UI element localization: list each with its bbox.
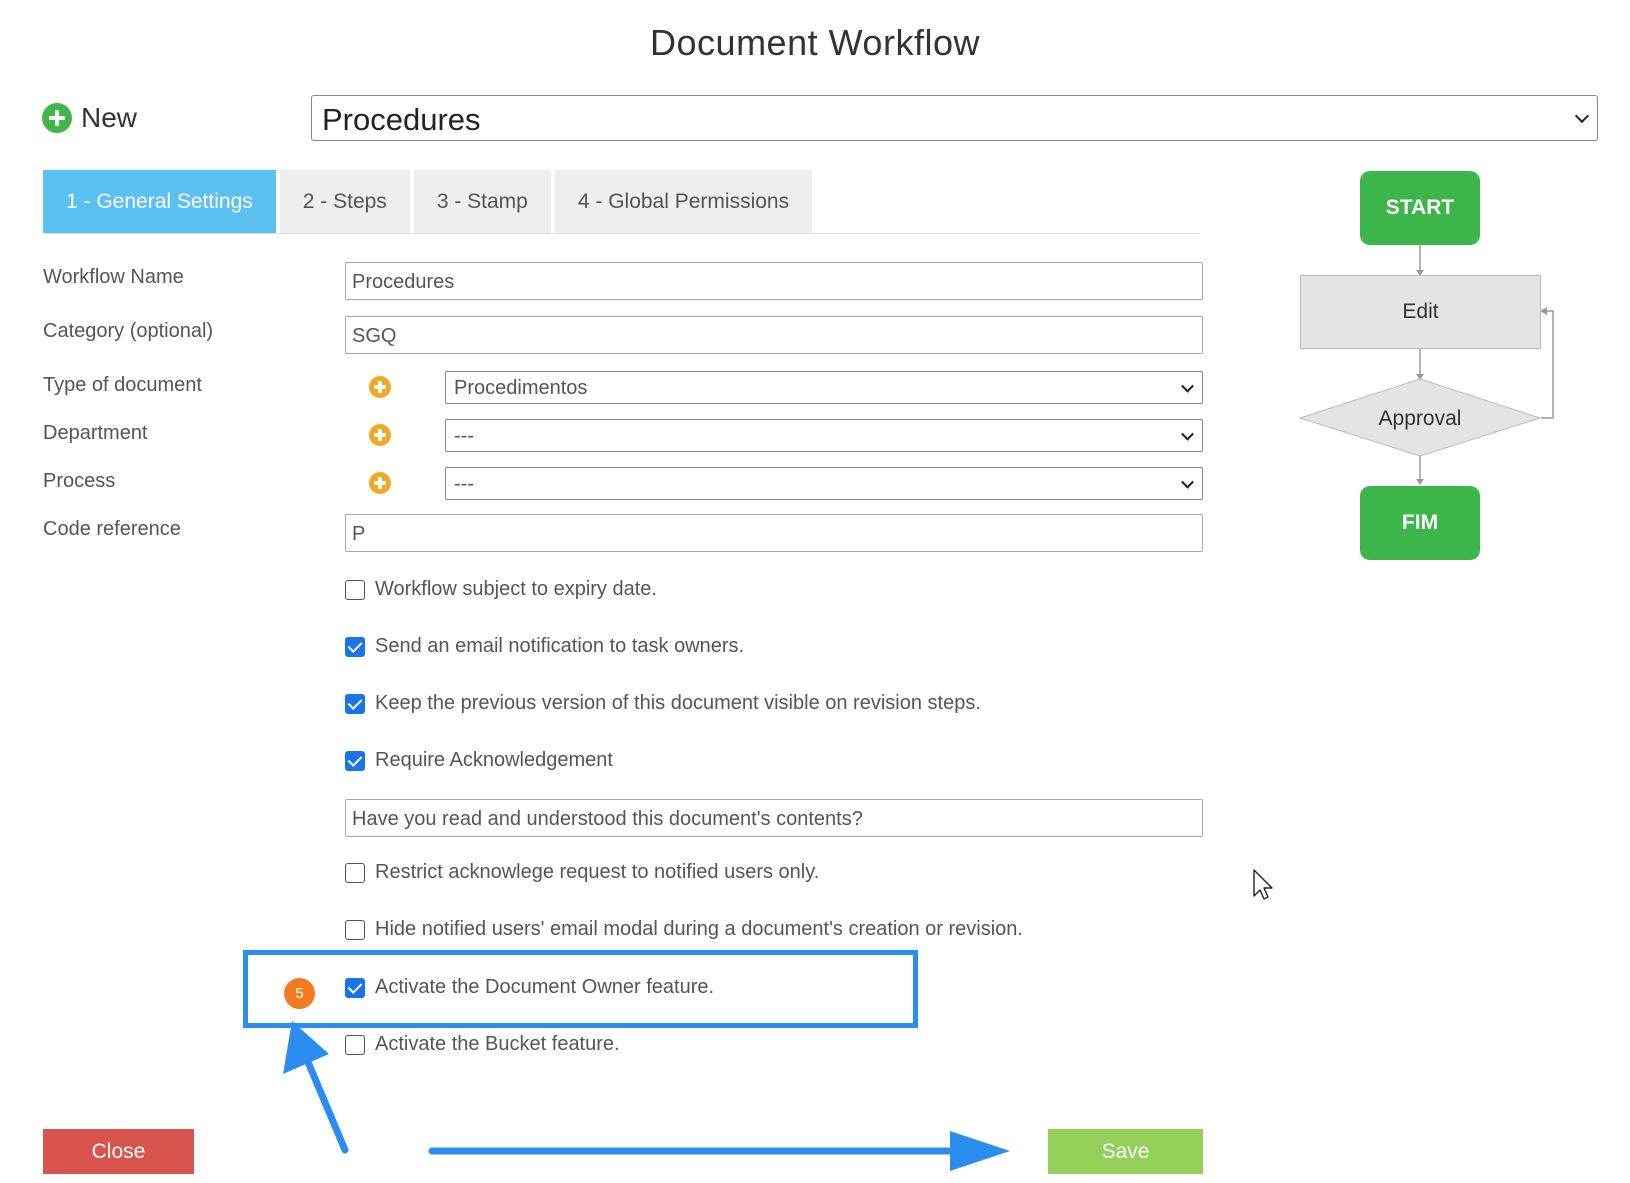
flow-edit-node[interactable]: Edit [1300, 275, 1541, 349]
flow-approval-node[interactable]: Approval [1300, 404, 1540, 434]
flow-start-node[interactable]: START [1360, 171, 1480, 245]
flow-end-node[interactable]: FIM [1360, 486, 1480, 560]
